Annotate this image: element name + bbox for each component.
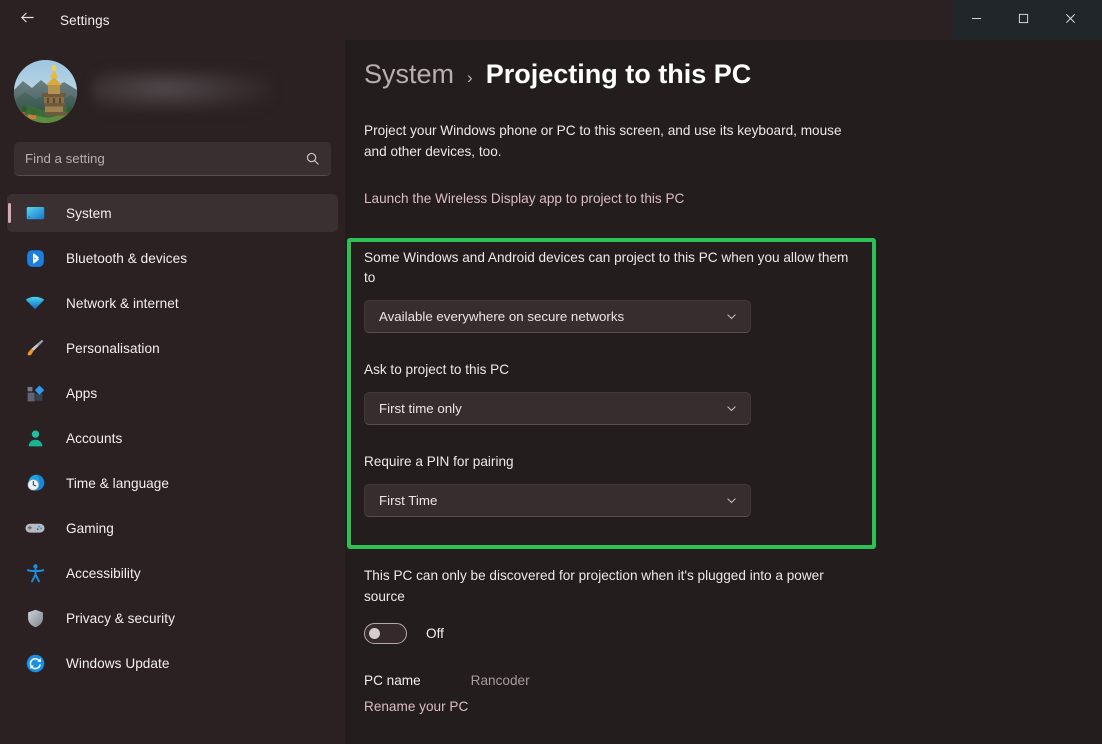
maximize-button[interactable] (1000, 0, 1047, 40)
sidebar-item-personalisation[interactable]: Personalisation (7, 329, 338, 367)
breadcrumb: System › Projecting to this PC (345, 40, 1102, 90)
arrow-left-icon (19, 9, 36, 31)
gamepad-icon (24, 517, 46, 539)
sidebar-item-label: Accounts (66, 431, 122, 446)
pc-name-label: PC name (364, 673, 421, 688)
sidebar-item-label: Apps (66, 386, 97, 401)
power-source-toggle-row: Off (364, 623, 880, 644)
launch-wireless-display-row: Launch the Wireless Display app to proje… (345, 190, 1102, 208)
back-button[interactable] (4, 4, 50, 36)
search-input[interactable] (25, 151, 305, 166)
require-pin-dropdown[interactable]: First Time (364, 484, 751, 517)
sidebar-item-label: System (66, 206, 112, 221)
sidebar-item-accounts[interactable]: Accounts (7, 419, 338, 457)
sidebar-item-time-language[interactable]: Time & language (7, 464, 338, 502)
sidebar-item-privacy-security[interactable]: Privacy & security (7, 599, 338, 637)
sidebar-item-label: Network & internet (66, 296, 179, 311)
projection-settings-group: Some Windows and Android devices can pro… (364, 248, 869, 544)
bluetooth-icon (24, 247, 46, 269)
paintbrush-icon (24, 337, 46, 359)
rename-pc-link[interactable]: Rename your PC (364, 699, 468, 714)
titlebar-spacer (1094, 0, 1102, 40)
update-icon (24, 652, 46, 674)
maximize-icon (1018, 11, 1029, 29)
person-icon (24, 427, 46, 449)
sidebar-item-label: Bluetooth & devices (66, 251, 187, 266)
sidebar-item-apps[interactable]: Apps (7, 374, 338, 412)
sidebar-item-windows-update[interactable]: Windows Update (7, 644, 338, 682)
user-avatar-photo (14, 60, 77, 123)
dropdown-value: First Time (379, 493, 437, 508)
chevron-right-icon: › (467, 68, 473, 88)
sidebar-item-label: Personalisation (66, 341, 160, 356)
dropdown-value: First time only (379, 401, 462, 416)
power-source-label: This PC can only be discovered for proje… (364, 565, 859, 607)
pc-name-value: Rancoder (471, 673, 530, 688)
search-box[interactable] (14, 142, 331, 176)
profile-name-redacted (91, 70, 273, 112)
chevron-down-icon (725, 494, 738, 507)
power-source-toggle[interactable] (364, 623, 407, 644)
sidebar-item-label: Accessibility (66, 566, 141, 581)
minimize-button[interactable] (953, 0, 1000, 40)
page-description: Project your Windows phone or PC to this… (345, 120, 861, 162)
settings-window: Settings (0, 0, 1102, 744)
sidebar-item-label: Time & language (66, 476, 169, 491)
ask-to-project-label: Ask to project to this PC (364, 360, 859, 380)
breadcrumb-parent[interactable]: System (364, 59, 454, 90)
title-bar: Settings (0, 0, 1102, 40)
sidebar-nav: System Bluetooth & devices (0, 194, 345, 682)
apps-icon (24, 382, 46, 404)
clock-globe-icon (24, 472, 46, 494)
app-title: Settings (60, 13, 110, 28)
profile-section[interactable] (0, 54, 345, 128)
ask-to-project-dropdown[interactable]: First time only (364, 392, 751, 425)
close-button[interactable] (1047, 0, 1094, 40)
dropdown-value: Available everywhere on secure networks (379, 309, 624, 324)
sidebar-item-label: Gaming (66, 521, 114, 536)
toggle-knob (369, 628, 380, 639)
allow-projection-dropdown[interactable]: Available everywhere on secure networks (364, 300, 751, 333)
wifi-icon (24, 292, 46, 314)
rename-pc-row: Rename your PC (364, 698, 880, 716)
shield-icon (24, 607, 46, 629)
sidebar-item-network-internet[interactable]: Network & internet (7, 284, 338, 322)
allow-projection-label: Some Windows and Android devices can pro… (364, 248, 859, 288)
accessibility-icon (24, 562, 46, 584)
close-icon (1065, 11, 1076, 29)
sidebar-item-bluetooth-devices[interactable]: Bluetooth & devices (7, 239, 338, 277)
avatar[interactable] (14, 60, 77, 123)
search-icon[interactable] (305, 151, 320, 166)
pc-name-row: PC name Rancoder (364, 673, 880, 688)
chevron-down-icon (725, 310, 738, 323)
monitor-icon (24, 202, 46, 224)
require-pin-field: Require a PIN for pairing First Time (364, 452, 869, 517)
sidebar: System Bluetooth & devices (0, 40, 345, 744)
power-source-section: This PC can only be discovered for proje… (364, 565, 880, 716)
chevron-down-icon (725, 402, 738, 415)
allow-projection-field: Some Windows and Android devices can pro… (364, 248, 869, 333)
sidebar-item-accessibility[interactable]: Accessibility (7, 554, 338, 592)
launch-wireless-display-link[interactable]: Launch the Wireless Display app to proje… (364, 191, 684, 206)
title-bar-left: Settings (0, 0, 953, 40)
ask-to-project-field: Ask to project to this PC First time onl… (364, 360, 869, 425)
sidebar-item-label: Privacy & security (66, 611, 175, 626)
main-content: System › Projecting to this PC Project y… (345, 40, 1102, 744)
sidebar-item-gaming[interactable]: Gaming (7, 509, 338, 547)
window-controls (953, 0, 1102, 40)
sidebar-item-system[interactable]: System (7, 194, 338, 232)
sidebar-item-label: Windows Update (66, 656, 169, 671)
toggle-state-label: Off (426, 626, 444, 641)
minimize-icon (971, 11, 982, 29)
require-pin-label: Require a PIN for pairing (364, 452, 859, 472)
page-title: Projecting to this PC (486, 59, 752, 90)
